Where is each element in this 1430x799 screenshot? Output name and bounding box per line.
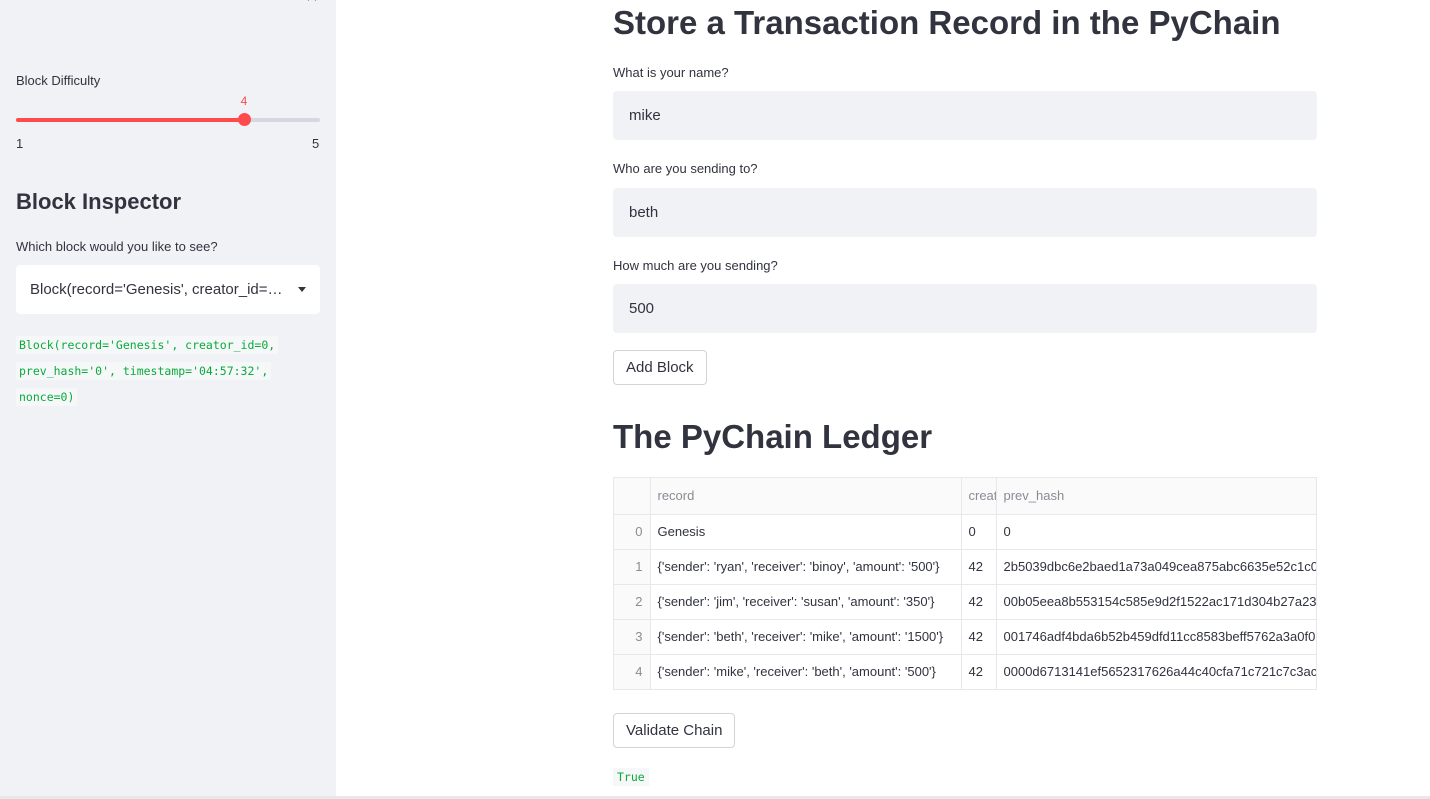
row-index: 4 <box>614 654 651 689</box>
creator-id-cell[interactable]: 42 <box>961 654 997 689</box>
column-header-index <box>614 478 651 515</box>
creator-id-cell[interactable]: 42 <box>961 619 997 655</box>
receiver-input[interactable] <box>613 188 1317 237</box>
block-select-label: Which block would you like to see? <box>16 239 218 254</box>
code-line: nonce=0) <box>16 388 78 406</box>
validate-chain-button[interactable]: Validate Chain <box>613 713 736 748</box>
row-index: 0 <box>614 514 651 550</box>
block-select-value: Block(record='Genesis', creator_id=0, pr… <box>30 281 288 298</box>
block-details-code: Block(record='Genesis', creator_id=0, pr… <box>16 332 306 410</box>
block-inspector-heading: Block Inspector <box>16 189 182 214</box>
column-header-record[interactable]: record <box>650 478 962 515</box>
row-index: 2 <box>614 584 651 620</box>
table-row: 4 {'sender': 'mike', 'receiver': 'beth',… <box>614 654 1316 689</box>
row-index: 1 <box>614 549 651 585</box>
add-block-button[interactable]: Add Block <box>613 350 707 385</box>
prev-hash-cell[interactable]: 0 <box>996 514 1316 550</box>
table-row: 1 {'sender': 'ryan', 'receiver': 'binoy'… <box>614 549 1316 585</box>
table-row: 2 {'sender': 'jim', 'receiver': 'susan',… <box>614 584 1316 620</box>
slider-fill <box>16 118 244 122</box>
prev-hash-cell[interactable]: 001746adf4bda6b52b459dfd11cc8583beff5762… <box>996 619 1316 655</box>
record-cell[interactable]: Genesis <box>650 514 962 550</box>
code-line: prev_hash='0', timestamp='04:57:32', <box>16 362 272 380</box>
column-header-prev-hash[interactable]: prev_hash <box>996 478 1316 515</box>
slider-min-label: 1 <box>16 136 24 151</box>
close-icon[interactable]: ✕ <box>302 0 322 6</box>
page-title: Store a Transaction Record in the PyChai… <box>613 4 1281 41</box>
amount-label: How much are you sending? <box>613 258 778 273</box>
creator-id-cell[interactable]: 42 <box>961 584 997 620</box>
prev-hash-cell[interactable]: 2b5039dbc6e2baed1a73a049cea875abc6635e52… <box>996 549 1316 585</box>
name-input[interactable] <box>613 91 1317 140</box>
record-cell[interactable]: {'sender': 'ryan', 'receiver': 'binoy', … <box>650 549 962 585</box>
block-select[interactable]: Block(record='Genesis', creator_id=0, pr… <box>16 265 320 314</box>
prev-hash-cell[interactable]: 0000d6713141ef5652317626a44c40cfa71c721c… <box>996 654 1316 689</box>
ledger-title: The PyChain Ledger <box>613 418 933 455</box>
block-difficulty-slider[interactable]: 4 <box>16 94 320 126</box>
chevron-down-icon <box>298 287 306 292</box>
creator-id-cell[interactable]: 0 <box>961 514 997 550</box>
slider-value: 4 <box>240 94 248 108</box>
code-line: Block(record='Genesis', creator_id=0, <box>16 336 279 354</box>
record-cell[interactable]: {'sender': 'beth', 'receiver': 'mike', '… <box>650 619 962 655</box>
receiver-label: Who are you sending to? <box>613 161 758 176</box>
table-row: 0 Genesis 0 0 <box>614 514 1316 550</box>
record-cell[interactable]: {'sender': 'jim', 'receiver': 'susan', '… <box>650 584 962 620</box>
block-difficulty-label: Block Difficulty <box>16 73 101 88</box>
column-header-creator-id[interactable]: creator_id <box>961 478 997 515</box>
slider-thumb[interactable] <box>238 113 251 126</box>
table-row: 3 {'sender': 'beth', 'receiver': 'mike',… <box>614 619 1316 655</box>
prev-hash-cell[interactable]: 00b05eea8b553154c585e9d2f1522ac171d304b2… <box>996 584 1316 620</box>
slider-max-label: 5 <box>312 136 320 151</box>
validation-result: True <box>613 768 649 786</box>
main-content: Store a Transaction Record in the PyChai… <box>336 0 1430 799</box>
ledger-table[interactable]: record creator_id prev_hash 0 Genesis 0 … <box>613 477 1317 690</box>
row-index: 3 <box>614 619 651 655</box>
table-header-row: record creator_id prev_hash <box>614 478 1316 515</box>
name-label: What is your name? <box>613 65 729 80</box>
record-cell[interactable]: {'sender': 'mike', 'receiver': 'beth', '… <box>650 654 962 689</box>
creator-id-cell[interactable]: 42 <box>961 549 997 585</box>
amount-input[interactable] <box>613 284 1317 333</box>
sidebar: ✕ Block Difficulty 4 1 5 Block Inspector… <box>0 0 336 799</box>
